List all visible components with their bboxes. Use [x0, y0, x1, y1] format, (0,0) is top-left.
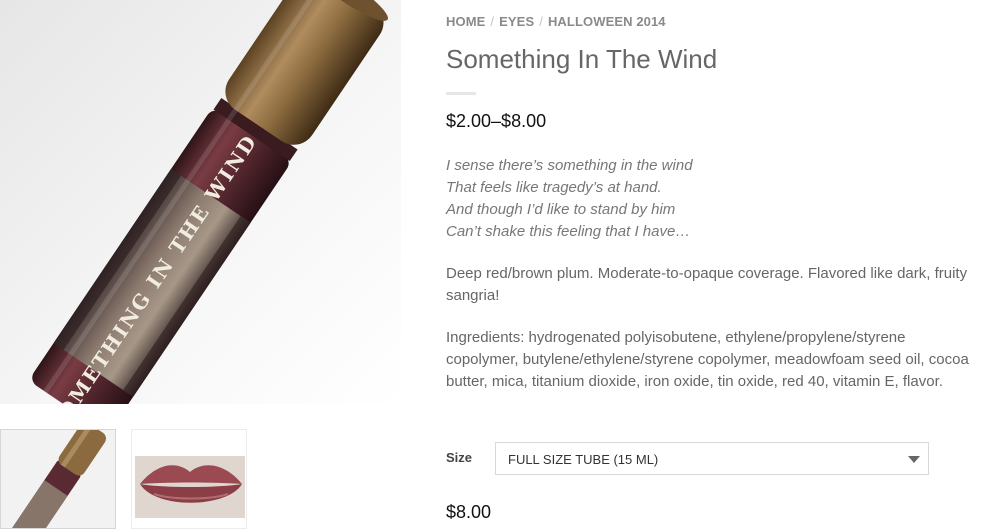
breadcrumb-home-link[interactable]: HOME: [446, 14, 485, 29]
breadcrumb-separator: /: [490, 14, 495, 29]
lyric-line: Can’t shake this feeling that I have…: [446, 223, 691, 240]
product-description: Deep red/brown plum. Moderate-to-opaque …: [446, 265, 968, 304]
lyric-line: And though I’d like to stand by him: [446, 201, 676, 218]
size-label: Size: [446, 450, 473, 465]
product-ingredients: Ingredients: hydrogenated polyisobutene,…: [446, 329, 969, 390]
lyric-line: That feels like tragedy’s at hand.: [446, 179, 662, 196]
chevron-down-icon: [908, 456, 920, 463]
breadcrumb-separator: /: [539, 14, 543, 29]
gallery-thumbnail-tube[interactable]: [0, 429, 116, 529]
lyric-line: I sense there’s something in the wind: [446, 157, 693, 174]
size-select[interactable]: FULL SIZE TUBE (15 ML): [495, 442, 929, 475]
variation-price: $8.00: [446, 502, 492, 522]
product-title: Something In The Wind: [446, 44, 718, 74]
gallery-thumbnail-swatch[interactable]: [131, 429, 247, 529]
title-divider: [446, 92, 476, 95]
product-lyrics: I sense there’s something in the wind Th…: [446, 155, 693, 243]
product-price-range: $2.00–$8.00: [446, 111, 547, 131]
product-main-image[interactable]: SOMETHING IN THE WIND: [0, 0, 401, 404]
breadcrumb-halloween-link[interactable]: HALLOWEEN 2014: [548, 14, 666, 29]
size-select-value: FULL SIZE TUBE (15 ML): [508, 452, 659, 467]
breadcrumb: HOME / EYES / HALLOWEEN 2014: [446, 14, 666, 29]
breadcrumb-eyes-link[interactable]: EYES: [499, 14, 534, 29]
